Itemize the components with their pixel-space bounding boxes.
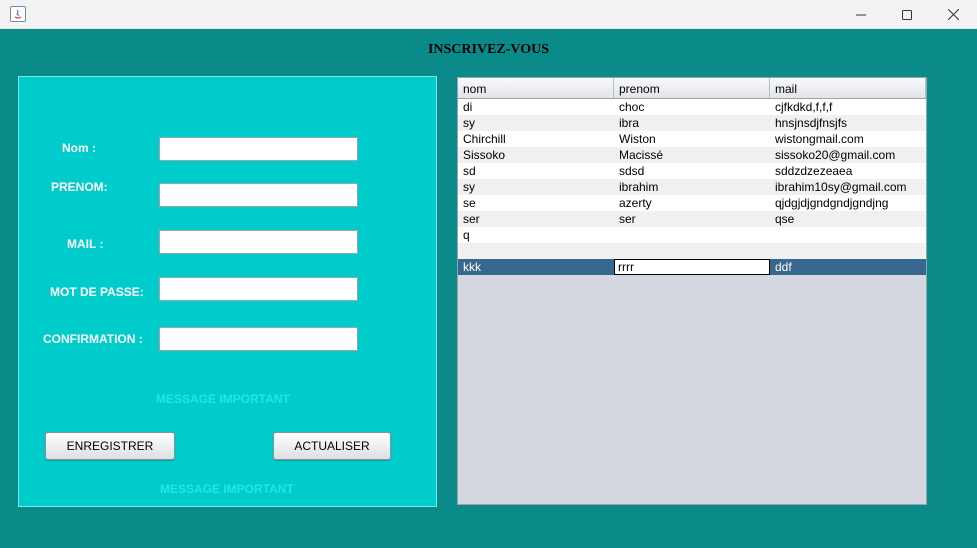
table-row[interactable]: sy ibrahim ibrahim10sy@gmail.com: [458, 179, 926, 195]
table-row[interactable]: se azerty qjdgjdjgndgndjgndjng: [458, 195, 926, 211]
table-cell[interactable]: wistongmail.com: [770, 131, 926, 147]
table-cell[interactable]: hnsjnsdjfnsjfs: [770, 115, 926, 131]
java-app-icon: [10, 6, 26, 22]
nom-label: Nom :: [62, 141, 96, 155]
table-cell-editor[interactable]: rrrr: [614, 259, 770, 275]
table-cell[interactable]: cjfkdkd,f,f,f: [770, 99, 926, 115]
table-cell[interactable]: [458, 243, 614, 259]
password-input[interactable]: [159, 277, 358, 301]
table-cell[interactable]: q: [458, 227, 614, 243]
mail-label: MAIL :: [67, 237, 104, 251]
table-row[interactable]: sd sdsd sddzdzezeaea: [458, 163, 926, 179]
table-cell[interactable]: ser: [458, 211, 614, 227]
table-cell[interactable]: Sissoko: [458, 147, 614, 163]
table-cell[interactable]: kkk: [458, 259, 614, 275]
table-cell[interactable]: Wiston: [614, 131, 770, 147]
table-cell[interactable]: [614, 227, 770, 243]
table-cell[interactable]: azerty: [614, 195, 770, 211]
save-button[interactable]: ENREGISTRER: [45, 432, 175, 460]
table-cell[interactable]: di: [458, 99, 614, 115]
prenom-input[interactable]: [159, 183, 358, 207]
table-cell[interactable]: ibrahim10sy@gmail.com: [770, 179, 926, 195]
table-row[interactable]: di choc cjfkdkd,f,f,f: [458, 99, 926, 115]
table-cell[interactable]: [770, 227, 926, 243]
column-header-nom[interactable]: nom: [458, 78, 614, 98]
table-row[interactable]: q: [458, 227, 926, 243]
table-row[interactable]: Sissoko Macissé sissoko20@gmail.com: [458, 147, 926, 163]
maximize-button[interactable]: [884, 0, 930, 29]
table-cell[interactable]: sddzdzezeaea: [770, 163, 926, 179]
table-cell[interactable]: ddf: [770, 259, 926, 275]
refresh-button[interactable]: ACTUALISER: [273, 432, 391, 460]
table-cell[interactable]: ibrahim: [614, 179, 770, 195]
table-cell[interactable]: sy: [458, 115, 614, 131]
password-label: MOT DE PASSE:: [50, 285, 144, 299]
table-body: di choc cjfkdkd,f,f,f sy ibra hnsjnsdjfnsjfs C…: [458, 99, 926, 275]
title-bar: [0, 0, 977, 29]
column-header-prenom[interactable]: prenom: [614, 78, 770, 98]
table-header: nom prenom mail: [458, 78, 926, 99]
table-cell[interactable]: ibra: [614, 115, 770, 131]
close-button[interactable]: [930, 0, 976, 29]
message-important-bottom: MESSAGE IMPORTANT: [160, 482, 294, 496]
table-cell[interactable]: sd: [458, 163, 614, 179]
confirmation-input[interactable]: [159, 327, 358, 351]
registration-form-panel: Nom : PRENOM: MAIL : MOT DE PASSE: CONFI…: [18, 76, 437, 507]
nom-input[interactable]: [159, 137, 358, 161]
table-cell[interactable]: [614, 243, 770, 259]
minimize-icon: [856, 14, 866, 15]
close-icon: [947, 9, 959, 20]
maximize-icon: [902, 9, 912, 20]
prenom-label: PRENOM:: [51, 180, 108, 194]
table-cell[interactable]: Macissé: [614, 147, 770, 163]
confirmation-label: CONFIRMATION :: [43, 332, 143, 346]
table-row[interactable]: [458, 243, 926, 259]
table-row[interactable]: ser ser qse: [458, 211, 926, 227]
table-cell[interactable]: sdsd: [614, 163, 770, 179]
message-important-top: MESSAGE IMPORTANT: [156, 392, 290, 406]
table-row[interactable]: Chirchill Wiston wistongmail.com: [458, 131, 926, 147]
table-cell[interactable]: qse: [770, 211, 926, 227]
table-cell[interactable]: Chirchill: [458, 131, 614, 147]
page-title: INSCRIVEZ-VOUS: [427, 42, 550, 57]
table-cell[interactable]: choc: [614, 99, 770, 115]
column-header-mail[interactable]: mail: [770, 78, 926, 98]
mail-input[interactable]: [159, 230, 358, 254]
table-row[interactable]: sy ibra hnsjnsdjfnsjfs: [458, 115, 926, 131]
table-row[interactable]: kkk rrrr ddf: [458, 259, 926, 275]
table-cell[interactable]: sissoko20@gmail.com: [770, 147, 926, 163]
table-cell[interactable]: [770, 243, 926, 259]
users-table[interactable]: nom prenom mail di choc cjfkdkd,f,f,f sy ibr…: [457, 77, 927, 505]
table-cell[interactable]: se: [458, 195, 614, 211]
window-content: INSCRIVEZ-VOUS Nom : PRENOM: MAIL : MOT …: [0, 29, 977, 548]
table-cell[interactable]: ser: [614, 211, 770, 227]
table-cell[interactable]: sy: [458, 179, 614, 195]
minimize-button[interactable]: [838, 0, 884, 29]
table-cell[interactable]: qjdgjdjgndgndjgndjng: [770, 195, 926, 211]
